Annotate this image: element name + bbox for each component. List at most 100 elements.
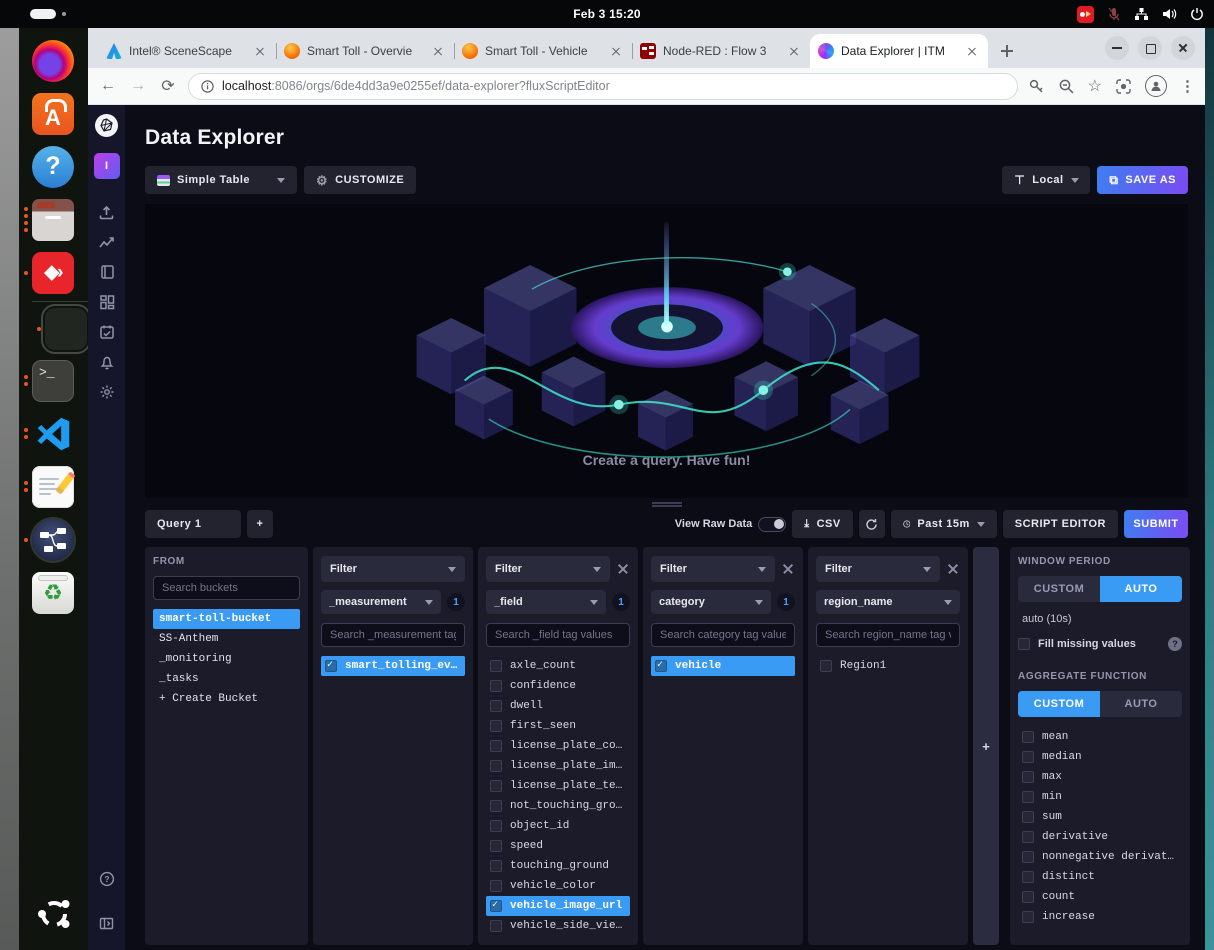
- filter-value-row[interactable]: dwell: [486, 696, 630, 716]
- bucket-row[interactable]: smart-toll-bucket: [153, 609, 300, 629]
- checkbox[interactable]: [490, 760, 502, 772]
- customize-button[interactable]: ⚙ CUSTOMIZE: [304, 166, 416, 194]
- checkbox[interactable]: [490, 880, 502, 892]
- checkbox[interactable]: [490, 860, 502, 872]
- dock-item-vscode[interactable]: [19, 407, 88, 460]
- star-icon[interactable]: ☆: [1088, 76, 1102, 96]
- aggregate-function-row[interactable]: increase: [1018, 907, 1182, 927]
- zoom-icon[interactable]: [1058, 78, 1075, 95]
- aggregate-function-row[interactable]: derivative: [1018, 827, 1182, 847]
- checkbox[interactable]: [1022, 791, 1034, 803]
- dock-item-ubuntu-apps[interactable]: [19, 894, 88, 950]
- checkbox[interactable]: [490, 740, 502, 752]
- filter-type-dropdown[interactable]: Filter: [321, 556, 465, 582]
- bucket-row[interactable]: + Create Bucket: [153, 689, 300, 709]
- filter-value-row[interactable]: vehicle_image_url: [486, 896, 630, 916]
- add-query-button[interactable]: +: [247, 510, 273, 538]
- remove-filter-icon[interactable]: [616, 562, 630, 576]
- save-location-dropdown[interactable]: ⊤ Local: [1002, 166, 1090, 194]
- checkbox[interactable]: [1022, 831, 1034, 843]
- checkbox[interactable]: [490, 840, 502, 852]
- checkbox[interactable]: [490, 800, 502, 812]
- new-tab-button[interactable]: [994, 38, 1020, 64]
- tasks-icon[interactable]: [99, 317, 115, 347]
- aggregate-function-row[interactable]: distinct: [1018, 867, 1182, 887]
- system-tray[interactable]: [1077, 0, 1204, 28]
- remove-filter-icon[interactable]: [946, 562, 960, 576]
- settings-icon[interactable]: [99, 377, 115, 407]
- checkbox[interactable]: [1022, 771, 1034, 783]
- tab-close-icon[interactable]: [430, 43, 446, 59]
- aggregate-function-row[interactable]: count: [1018, 887, 1182, 907]
- screen-record-indicator[interactable]: [1077, 6, 1094, 23]
- view-raw-data-toggle[interactable]: [758, 517, 786, 532]
- dock-item-terminal[interactable]: >_: [19, 354, 88, 407]
- tag-key-dropdown[interactable]: _measurement: [321, 590, 441, 614]
- influxdb-logo[interactable]: [95, 114, 118, 137]
- page-info-icon[interactable]: [201, 80, 214, 93]
- submit-button[interactable]: SUBMIT: [1124, 510, 1188, 538]
- browser-tab[interactable]: Data Explorer | ITM: [810, 34, 988, 68]
- time-range-dropdown[interactable]: Past 15m: [891, 510, 997, 538]
- bucket-search-input[interactable]: [153, 576, 300, 600]
- resize-handle[interactable]: [652, 502, 682, 507]
- checkbox[interactable]: [1022, 911, 1034, 923]
- csv-button[interactable]: ⤓CSV: [792, 510, 853, 538]
- filter-type-dropdown[interactable]: Filter: [486, 556, 610, 582]
- field-search-input[interactable]: [486, 623, 630, 647]
- script-editor-button[interactable]: SCRIPT EDITOR: [1003, 510, 1118, 538]
- aggregate-function-row[interactable]: median: [1018, 747, 1182, 767]
- filter-value-row[interactable]: vehicle_color: [486, 876, 630, 896]
- lens-icon[interactable]: [1115, 78, 1132, 95]
- aggregate-function-row[interactable]: nonnegative derivative: [1018, 847, 1182, 867]
- filter-value-row[interactable]: axle_count: [486, 656, 630, 676]
- key-icon[interactable]: [1028, 78, 1045, 95]
- checkbox[interactable]: [325, 660, 337, 672]
- filter-value-row[interactable]: license_plate_image_url: [486, 756, 630, 776]
- checkbox[interactable]: [490, 720, 502, 732]
- aggregate-function-row[interactable]: mean: [1018, 727, 1182, 747]
- clock[interactable]: Feb 3 15:20: [0, 7, 1214, 21]
- dock-item-files[interactable]: [19, 193, 88, 246]
- tab-close-icon[interactable]: [252, 43, 268, 59]
- tab-close-icon[interactable]: [786, 43, 802, 59]
- dock-item-help[interactable]: ?: [19, 140, 88, 193]
- save-as-button[interactable]: ⧉ SAVE AS: [1097, 166, 1188, 194]
- checkbox[interactable]: [655, 660, 667, 672]
- checkbox[interactable]: [490, 680, 502, 692]
- measurement-search-input[interactable]: [321, 623, 465, 647]
- aggregate-auto-button[interactable]: AUTO: [1100, 691, 1182, 717]
- remove-filter-icon[interactable]: [781, 562, 795, 576]
- dock-item-red-diamond-app[interactable]: ◆›: [19, 246, 88, 299]
- filter-value-row[interactable]: license_plate_confidence: [486, 736, 630, 756]
- aggregate-function-row[interactable]: max: [1018, 767, 1182, 787]
- aggregate-function-row[interactable]: min: [1018, 787, 1182, 807]
- category-search-input[interactable]: [651, 623, 795, 647]
- back-icon[interactable]: ←: [98, 77, 118, 95]
- browser-tab[interactable]: Node-RED : Flow 3: [632, 34, 810, 68]
- sidebar-toggle-icon[interactable]: [99, 908, 114, 938]
- minimize-button[interactable]: [1105, 36, 1129, 60]
- bucket-row[interactable]: _tasks: [153, 669, 300, 689]
- filter-value-row[interactable]: speed: [486, 836, 630, 856]
- menu-kebab-icon[interactable]: ⋮: [1180, 77, 1195, 95]
- dock-item-node-red[interactable]: [19, 513, 88, 566]
- filter-type-dropdown[interactable]: Filter: [651, 556, 775, 582]
- close-button[interactable]: [1171, 36, 1195, 60]
- add-filter-button[interactable]: +: [973, 547, 999, 945]
- checkbox[interactable]: [490, 920, 502, 932]
- viz-type-dropdown[interactable]: Simple Table: [145, 166, 297, 194]
- bucket-row[interactable]: _monitoring: [153, 649, 300, 669]
- filter-value-row[interactable]: touching_ground: [486, 856, 630, 876]
- dock-item-trash[interactable]: ♻: [19, 566, 88, 619]
- checkbox[interactable]: [1022, 811, 1034, 823]
- profile-avatar[interactable]: [1145, 75, 1167, 97]
- checkbox[interactable]: [1022, 751, 1034, 763]
- aggregate-custom-button[interactable]: CUSTOM: [1018, 691, 1100, 717]
- checkbox[interactable]: [1022, 891, 1034, 903]
- forward-icon[interactable]: →: [128, 77, 148, 95]
- tag-key-dropdown[interactable]: _field: [486, 590, 606, 614]
- region-search-input[interactable]: [816, 623, 960, 647]
- window-auto-button[interactable]: AUTO: [1100, 576, 1182, 602]
- dock-item-chrome[interactable]: [32, 301, 88, 354]
